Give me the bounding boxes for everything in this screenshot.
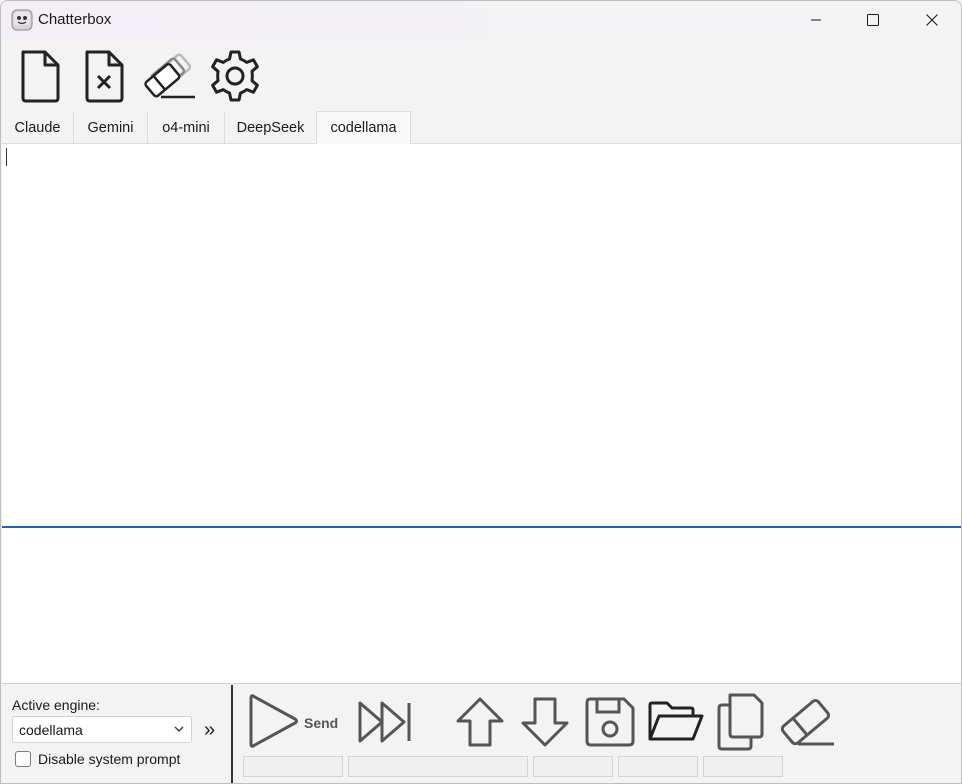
maximize-icon — [867, 14, 879, 26]
tab-label: Claude — [14, 119, 61, 136]
clear-all-icon — [144, 53, 195, 99]
tab-o4-mini[interactable]: o4-mini — [148, 111, 225, 144]
disable-system-prompt-checkbox[interactable] — [15, 751, 31, 767]
engine-tab-bar: Claude Gemini o4-mini DeepSeek codellama — [2, 111, 961, 145]
bottom-panel: Active engine: codellama » Disable syste… — [1, 685, 961, 783]
open-button[interactable] — [646, 697, 706, 747]
close-chat-button[interactable] — [79, 47, 129, 105]
send-icon — [249, 694, 298, 748]
tab-claude[interactable]: Claude — [2, 111, 74, 144]
status-field-4 — [618, 756, 698, 777]
settings-gear-icon — [211, 50, 259, 102]
engine-select-value: codellama — [19, 722, 83, 738]
chevron-down-icon — [174, 726, 184, 732]
window-title: Chatterbox — [38, 11, 112, 28]
save-button[interactable] — [583, 695, 637, 749]
prompt-input[interactable] — [2, 528, 961, 684]
tab-label: DeepSeek — [236, 119, 305, 136]
expand-button[interactable]: » — [204, 720, 226, 741]
app-logo-icon — [11, 9, 33, 31]
save-icon — [585, 697, 635, 747]
tab-label: o4-mini — [162, 119, 210, 136]
minimize-button[interactable] — [793, 1, 839, 39]
tab-label: Gemini — [87, 119, 134, 136]
conversation-output[interactable] — [2, 144, 961, 527]
close-file-icon — [85, 50, 124, 103]
minimize-icon — [811, 19, 821, 21]
clear-all-button[interactable] — [140, 47, 200, 105]
arrow-up-icon — [456, 697, 504, 747]
status-field-5 — [703, 756, 783, 777]
status-field-1 — [243, 756, 343, 777]
status-field-2 — [348, 756, 528, 777]
close-icon — [926, 14, 938, 26]
copy-button[interactable] — [713, 691, 767, 753]
arrow-down-icon — [521, 697, 569, 747]
tab-codellama[interactable]: codellama — [316, 111, 411, 145]
fast-forward-button[interactable] — [355, 697, 415, 747]
new-file-icon — [21, 50, 60, 103]
panel-divider — [231, 685, 233, 783]
open-folder-icon — [648, 701, 704, 741]
tab-gemini[interactable]: Gemini — [74, 111, 148, 144]
disable-system-prompt-label: Disable system prompt — [38, 751, 181, 767]
app-window: Chatterbox Claude Gemini o4-mini DeepSee… — [0, 0, 962, 784]
tab-deepseek[interactable]: DeepSeek — [225, 111, 317, 144]
fast-forward-icon — [358, 701, 411, 743]
erase-input-button[interactable] — [775, 693, 837, 749]
send-button[interactable] — [245, 691, 301, 751]
eraser-icon — [780, 699, 834, 746]
previous-button[interactable] — [454, 695, 506, 749]
text-caret — [6, 148, 7, 166]
new-chat-button[interactable] — [15, 47, 65, 105]
status-field-3 — [533, 756, 613, 777]
title-bar[interactable]: Chatterbox — [1, 1, 961, 39]
settings-button[interactable] — [206, 47, 264, 105]
maximize-button[interactable] — [850, 1, 896, 39]
active-engine-label: Active engine: — [12, 697, 100, 713]
close-window-button[interactable] — [909, 1, 955, 39]
engine-select[interactable]: codellama — [12, 716, 192, 743]
copy-icon — [717, 693, 764, 751]
tab-label: codellama — [330, 120, 397, 136]
send-label[interactable]: Send — [304, 715, 338, 731]
toolbar — [1, 39, 961, 111]
next-button[interactable] — [519, 695, 571, 749]
